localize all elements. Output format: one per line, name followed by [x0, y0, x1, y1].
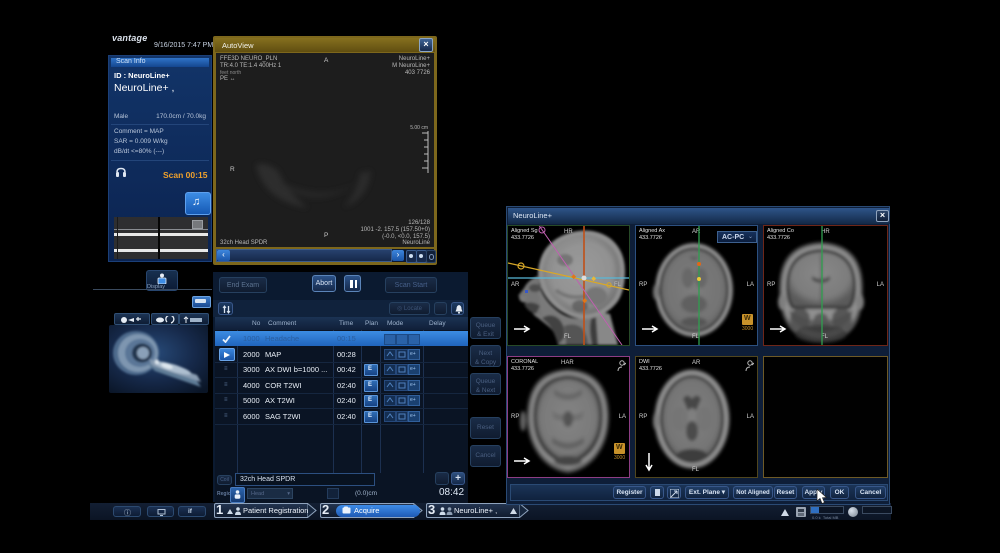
- svg-text:FL: FL: [614, 282, 622, 288]
